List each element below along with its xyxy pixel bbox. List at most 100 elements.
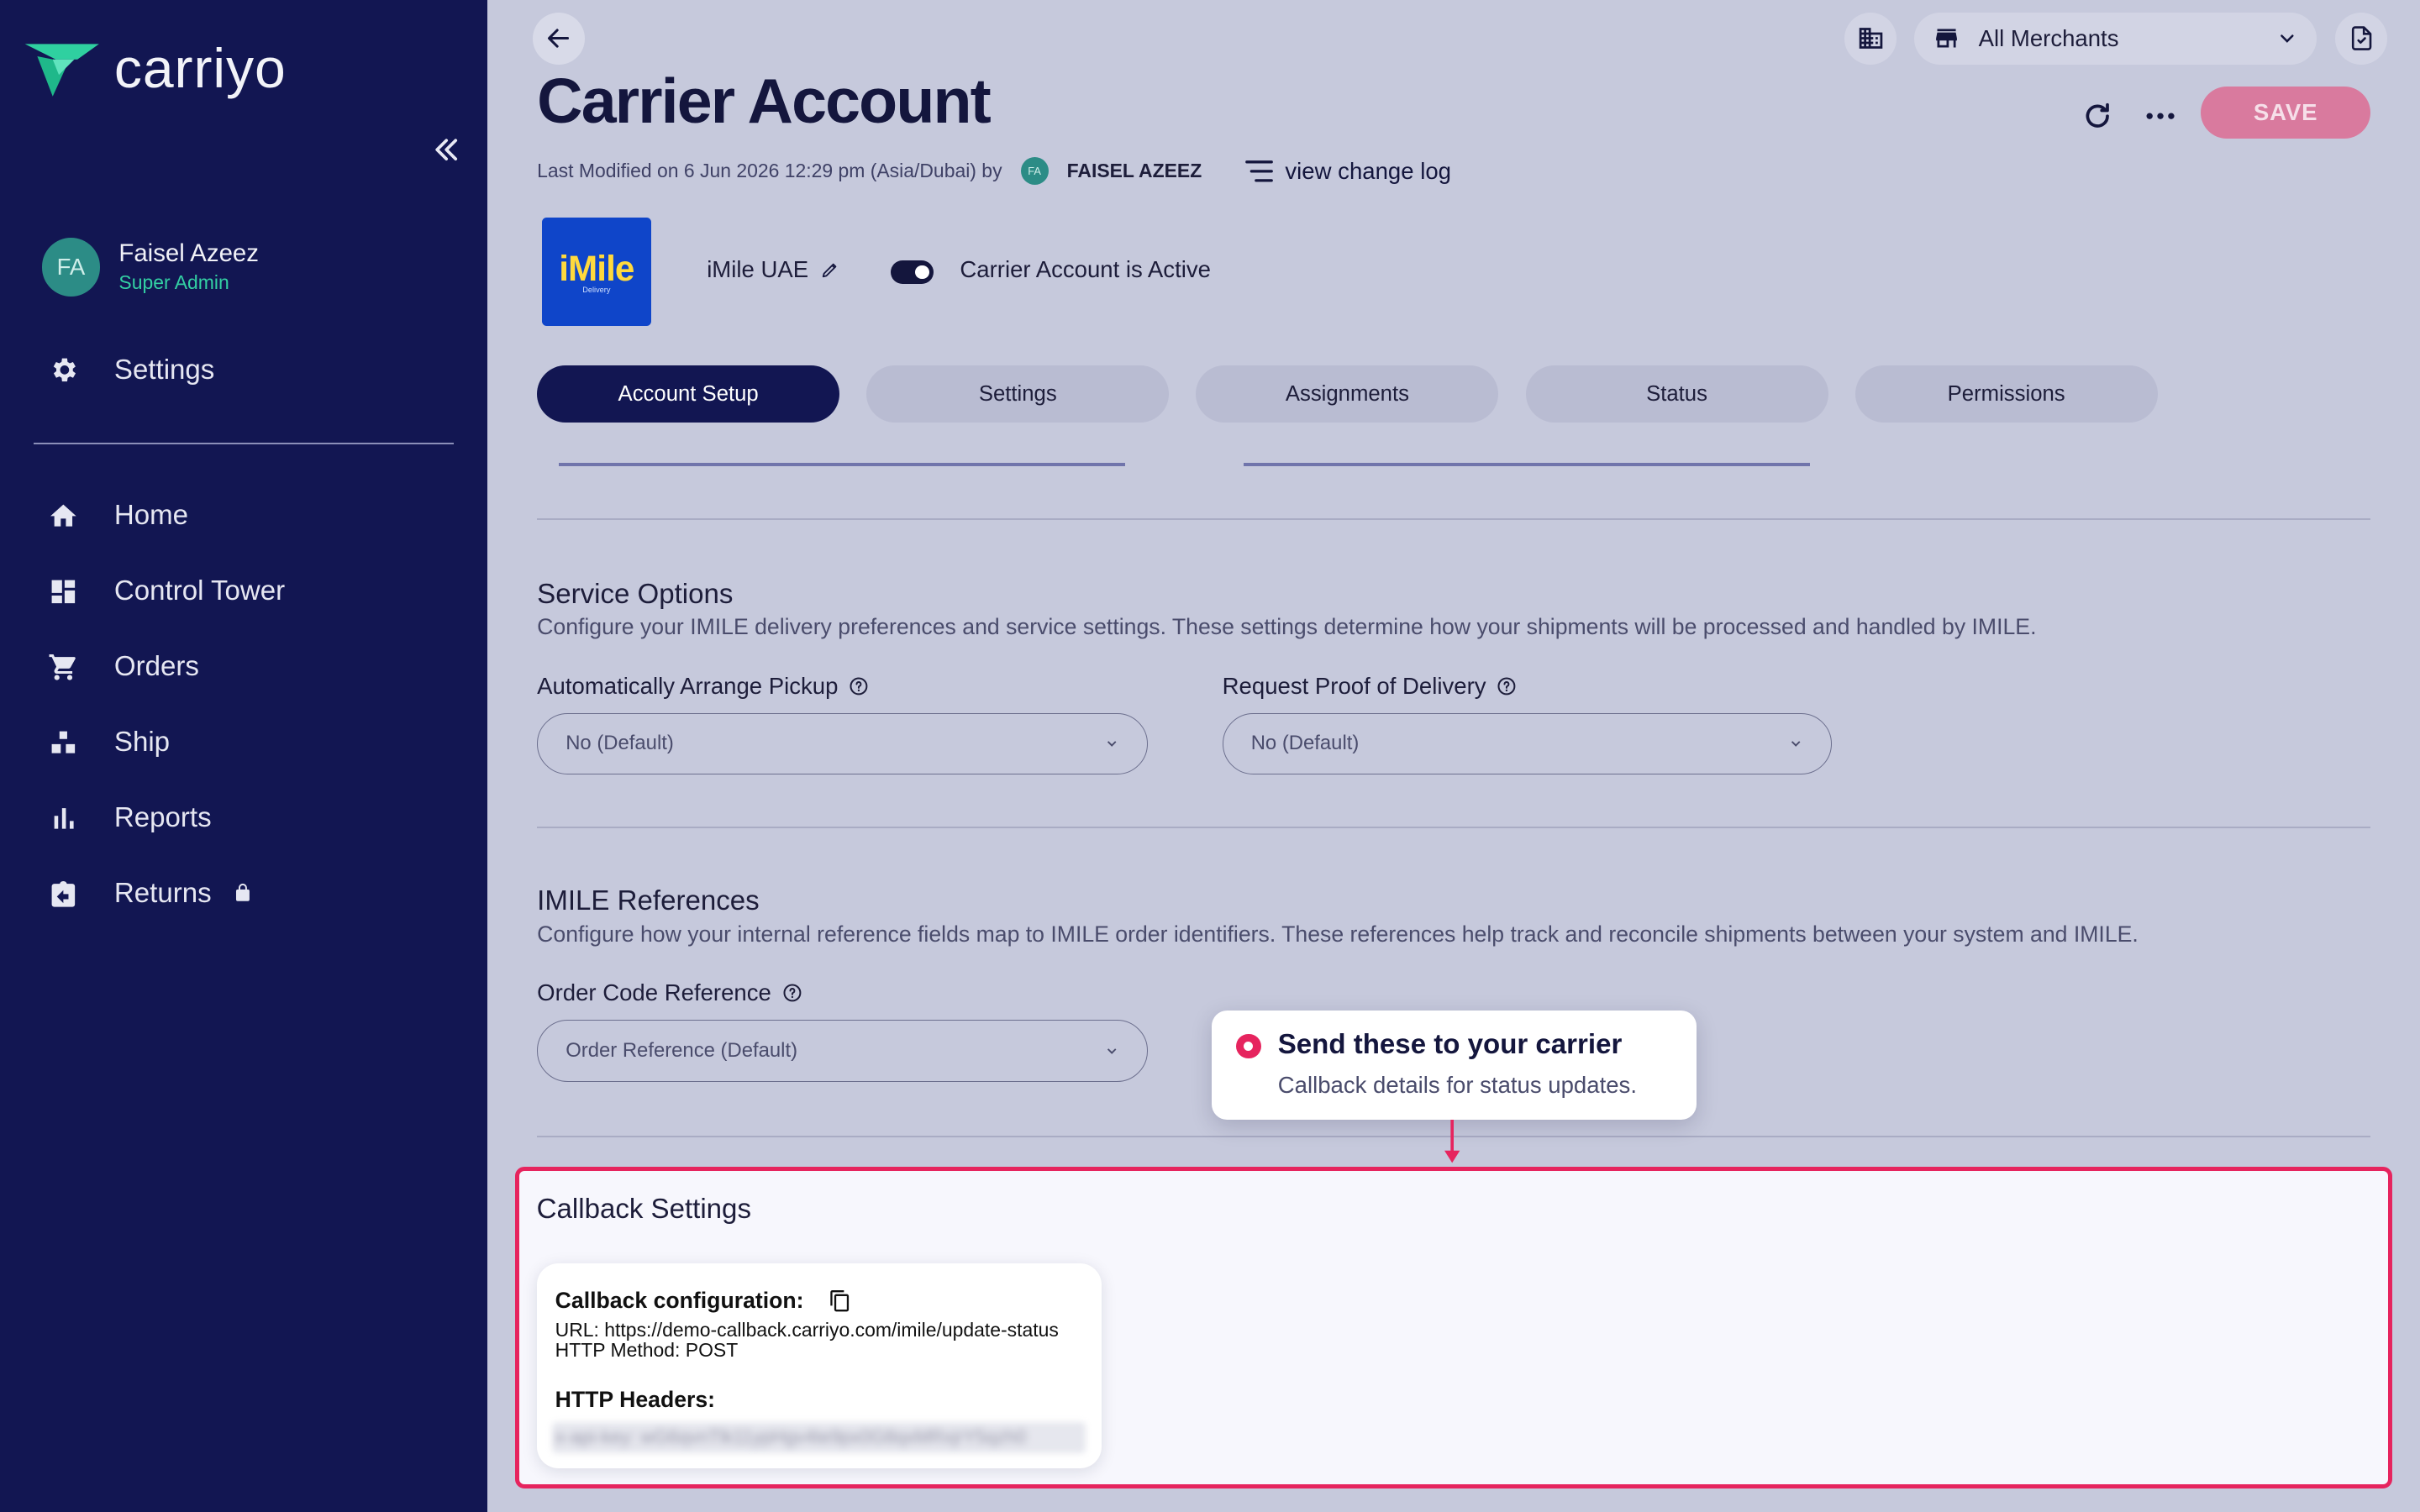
help-icon[interactable] — [782, 983, 802, 1003]
organization-button[interactable] — [1844, 12, 1897, 66]
help-icon[interactable] — [1497, 676, 1517, 696]
sidebar-item-control-tower[interactable]: Control Tower — [46, 554, 463, 629]
references-description: Configure how your internal reference fi… — [537, 921, 2139, 947]
tooltip-title: Send these to your carrier — [1277, 1029, 1623, 1061]
field-underline — [558, 463, 1125, 466]
sidebar-item-ship[interactable]: Ship — [46, 705, 463, 780]
cart-icon — [46, 650, 80, 684]
avatar: FA — [41, 237, 101, 297]
sidebar-item-label: Settings — [113, 354, 215, 386]
sidebar-item-label: Orders — [113, 651, 199, 683]
sidebar: carriyo FA Faisel Azeez Super Admin Sett… — [0, 0, 488, 1512]
sidebar-item-settings[interactable]: Settings — [46, 354, 214, 387]
carrier-logo: iMile Delivery — [541, 217, 652, 326]
user-name: Faisel Azeez — [118, 239, 259, 268]
building-icon — [1859, 28, 1882, 50]
store-icon — [1935, 29, 1957, 48]
merchant-select[interactable]: All Merchants — [1913, 12, 2317, 66]
last-modified-info: Last Modified on 6 Jun 2026 12:29 pm (As… — [537, 157, 1451, 186]
service-options-title: Service Options — [537, 578, 734, 610]
view-change-log-link[interactable]: view change log — [1244, 157, 1451, 185]
sidebar-item-home[interactable]: Home — [46, 478, 463, 554]
sidebar-item-label: Control Tower — [113, 575, 286, 607]
last-modified-text: Last Modified on 6 Jun 2026 12:29 pm (As… — [537, 160, 1002, 182]
document-button[interactable] — [2334, 12, 2388, 66]
redacted-header-value: x-api-key: wG6qvnTlk11ypHgv4te9px0G8qxMR… — [555, 1426, 1027, 1448]
merchant-select-value: All Merchants — [1978, 24, 2119, 51]
sidebar-item-label: Returns — [113, 878, 212, 910]
sidebar-divider — [34, 443, 454, 444]
modified-by-name: FAISEL AZEEZ — [1066, 160, 1202, 182]
chevron-down-icon — [1791, 741, 1801, 747]
modifier-avatar: FA — [1020, 157, 1049, 186]
arrow-left-icon — [548, 29, 570, 49]
order-code-label-text: Order Code Reference — [537, 979, 771, 1006]
tooltip-dot-icon — [1236, 1033, 1261, 1058]
onboarding-tooltip: Send these to your carrier Callback deta… — [1211, 1011, 1697, 1121]
sidebar-item-label: Home — [113, 500, 189, 532]
help-icon[interactable] — [849, 676, 869, 696]
refresh-icon[interactable] — [2081, 99, 2114, 133]
sidebar-item-reports[interactable]: Reports — [46, 780, 463, 856]
callback-settings-section: Callback Settings Callback configuration… — [515, 1166, 2392, 1489]
pod-field-label: Request Proof of Delivery — [1223, 673, 1518, 700]
gear-icon — [46, 354, 80, 387]
ship-icon — [46, 726, 80, 759]
chevron-down-icon — [1107, 1047, 1117, 1054]
back-button[interactable] — [532, 12, 586, 66]
user-profile[interactable]: FA Faisel Azeez Super Admin — [41, 237, 259, 297]
field-underline — [1244, 463, 1811, 466]
pickup-select[interactable]: No (Default) — [537, 712, 1149, 774]
order-code-select[interactable]: Order Reference (Default) — [537, 1020, 1149, 1082]
home-icon — [46, 499, 80, 533]
list-icon — [1244, 160, 1273, 182]
http-headers-label: HTTP Headers: — [555, 1386, 716, 1412]
pickup-field-label: Automatically Arrange Pickup — [537, 673, 869, 700]
section-divider — [537, 827, 2371, 829]
save-button[interactable]: SAVE — [2201, 86, 2371, 139]
carrier-logo-text: iMile — [559, 249, 634, 289]
brand-name: carriyo — [113, 38, 287, 101]
lock-icon — [233, 878, 253, 910]
tab-status[interactable]: Status — [1525, 365, 1828, 423]
order-code-select-value: Order Reference (Default) — [566, 1038, 798, 1062]
pencil-icon[interactable] — [821, 260, 839, 279]
service-options-description: Configure your IMILE delivery preference… — [537, 614, 2037, 639]
callback-config-header: Callback configuration: — [555, 1288, 852, 1314]
chevron-down-icon — [1107, 741, 1117, 747]
active-toggle-label: Carrier Account is Active — [960, 255, 1211, 282]
pickup-label-text: Automatically Arrange Pickup — [537, 672, 839, 699]
copy-icon[interactable] — [829, 1289, 852, 1313]
tab-settings[interactable]: Settings — [866, 365, 1170, 423]
tab-permissions[interactable]: Permissions — [1854, 365, 2158, 423]
pod-label-text: Request Proof of Delivery — [1222, 672, 1486, 699]
tab-account-setup[interactable]: Account Setup — [537, 365, 840, 423]
callback-config-card: Callback configuration: URL: https://dem… — [536, 1263, 1102, 1468]
change-log-label: view change log — [1285, 157, 1451, 184]
carrier-name[interactable]: iMile UAE — [707, 256, 839, 283]
pod-select[interactable]: No (Default) — [1222, 712, 1833, 774]
callback-config-label: Callback configuration: — [555, 1288, 804, 1314]
sidebar-item-orders[interactable]: Orders — [46, 629, 463, 705]
pod-select-value: No (Default) — [1250, 732, 1360, 755]
carrier-logo-sub: Delivery — [582, 286, 611, 295]
sidebar-nav: Home Control Tower Orders Ship Reports R… — [46, 478, 463, 932]
callback-settings-title: Callback Settings — [536, 1194, 751, 1226]
more-options-icon[interactable] — [2142, 99, 2179, 133]
section-divider — [537, 518, 2371, 520]
order-code-field-label: Order Code Reference — [537, 979, 802, 1006]
sidebar-item-label: Reports — [113, 802, 212, 834]
page-title: Carrier Account — [537, 66, 992, 137]
collapse-sidebar-icon[interactable] — [429, 133, 463, 166]
sidebar-item-label: Ship — [113, 727, 171, 759]
active-toggle[interactable] — [890, 260, 934, 284]
carrier-name-text: iMile UAE — [707, 255, 809, 282]
dashboard-icon — [46, 575, 80, 608]
returns-icon — [46, 877, 80, 911]
tab-assignments[interactable]: Assignments — [1196, 365, 1499, 423]
carriyo-bird-icon — [24, 44, 99, 97]
sidebar-item-returns[interactable]: Returns — [46, 856, 463, 932]
references-title: IMILE References — [537, 885, 760, 917]
document-check-icon — [2351, 26, 2371, 51]
carriyo-logo[interactable]: carriyo — [22, 37, 287, 101]
